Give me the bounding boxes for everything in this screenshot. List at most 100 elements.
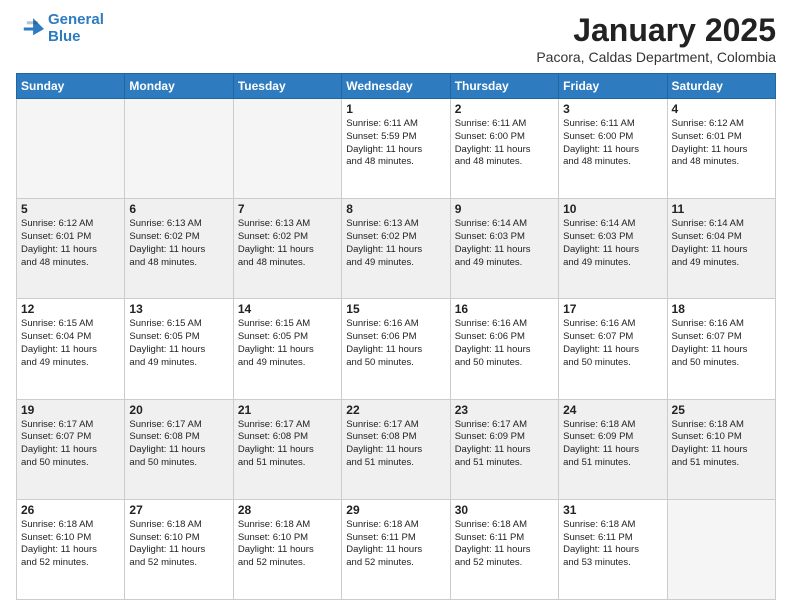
calendar-cell: 25Sunrise: 6:18 AM Sunset: 6:10 PM Dayli… <box>667 399 775 499</box>
page: General Blue January 2025 Pacora, Caldas… <box>0 0 792 612</box>
week-row-5: 26 Sunrise: 6:18 AM Sunset: 6:10 PM Dayli… <box>17 499 776 599</box>
calendar-cell: 1 Sunrise: 6:11 AM Sunset: 5:59 PM Daylig… <box>342 99 450 199</box>
day-number: 18 <box>672 302 771 316</box>
calendar-cell <box>125 99 233 199</box>
day-number: 21 <box>238 403 337 417</box>
cell-info: Sunrise: 6:18 AM Sunset: 6:10 PM Dayligh… <box>238 519 337 570</box>
cell-info: Sunrise: 6:17 AM Sunset: 6:09 PM Dayligh… <box>455 419 554 470</box>
calendar-cell: 21 Sunrise: 6:17 AM Sunset: 6:08 PM Dayli… <box>233 399 341 499</box>
cell-info: Sunrise: 6:11 AM Sunset: 6:00 PM Dayligh… <box>455 118 554 169</box>
calendar-cell <box>667 499 775 599</box>
cell-info: Sunrise: 6:13 AM Sunset: 6:02 PM Dayligh… <box>238 218 337 269</box>
calendar-cell: 8 Sunrise: 6:13 AM Sunset: 6:02 PM Daylig… <box>342 199 450 299</box>
day-header-friday: Friday <box>559 74 667 99</box>
day-number: 29 <box>346 503 445 517</box>
calendar-cell <box>233 99 341 199</box>
calendar-cell: 30 Sunrise: 6:18 AM Sunset: 6:11 PM Dayli… <box>450 499 558 599</box>
day-number: 19 <box>21 403 120 417</box>
calendar-cell: 4 Sunrise: 6:12 AM Sunset: 6:01 PM Daylig… <box>667 99 775 199</box>
day-number: 6 <box>129 202 228 216</box>
logo-icon <box>16 15 44 43</box>
day-header-tuesday: Tuesday <box>233 74 341 99</box>
day-number: 15 <box>346 302 445 316</box>
calendar-cell: 2 Sunrise: 6:11 AM Sunset: 6:00 PM Daylig… <box>450 99 558 199</box>
day-number: 20 <box>129 403 228 417</box>
cell-info: Sunrise: 6:13 AM Sunset: 6:02 PM Dayligh… <box>346 218 445 269</box>
cell-info: Sunrise: 6:18 AM Sunset: 6:10 PM Dayligh… <box>21 519 120 570</box>
cell-info: Sunrise: 6:13 AM Sunset: 6:02 PM Dayligh… <box>129 218 228 269</box>
calendar-cell: 12 Sunrise: 6:15 AM Sunset: 6:04 PM Dayli… <box>17 299 125 399</box>
day-number: 14 <box>238 302 337 316</box>
calendar-cell: 29Sunrise: 6:18 AM Sunset: 6:11 PM Dayli… <box>342 499 450 599</box>
cell-info: Sunrise: 6:16 AM Sunset: 6:06 PM Dayligh… <box>455 318 554 369</box>
day-number: 5 <box>21 202 120 216</box>
day-header-sunday: Sunday <box>17 74 125 99</box>
calendar-cell: 19 Sunrise: 6:17 AM Sunset: 6:07 PM Dayli… <box>17 399 125 499</box>
cell-info: Sunrise: 6:15 AM Sunset: 6:04 PM Dayligh… <box>21 318 120 369</box>
cell-info: Sunrise: 6:16 AM Sunset: 6:07 PM Dayligh… <box>672 318 771 369</box>
cell-info: Sunrise: 6:14 AM Sunset: 6:03 PM Dayligh… <box>455 218 554 269</box>
day-number: 2 <box>455 102 554 116</box>
cell-info: Sunrise: 6:15 AM Sunset: 6:05 PM Dayligh… <box>129 318 228 369</box>
calendar-cell: 28 Sunrise: 6:18 AM Sunset: 6:10 PM Dayli… <box>233 499 341 599</box>
day-number: 22 <box>346 403 445 417</box>
cell-info: Sunrise: 6:12 AM Sunset: 6:01 PM Dayligh… <box>672 118 771 169</box>
calendar-cell: 27Sunrise: 6:18 AM Sunset: 6:10 PM Dayli… <box>125 499 233 599</box>
cell-info: Sunrise: 6:17 AM Sunset: 6:08 PM Dayligh… <box>238 419 337 470</box>
header: General Blue January 2025 Pacora, Caldas… <box>16 12 776 65</box>
day-header-monday: Monday <box>125 74 233 99</box>
cell-info: Sunrise: 6:16 AM Sunset: 6:07 PM Dayligh… <box>563 318 662 369</box>
cell-info: Sunrise: 6:11 AM Sunset: 5:59 PM Dayligh… <box>346 118 445 169</box>
cell-info: Sunrise: 6:18 AM Sunset: 6:09 PM Dayligh… <box>563 419 662 470</box>
week-row-4: 19 Sunrise: 6:17 AM Sunset: 6:07 PM Dayli… <box>17 399 776 499</box>
calendar-cell: 6 Sunrise: 6:13 AM Sunset: 6:02 PM Daylig… <box>125 199 233 299</box>
day-header-saturday: Saturday <box>667 74 775 99</box>
day-number: 13 <box>129 302 228 316</box>
calendar-cell: 5Sunrise: 6:12 AM Sunset: 6:01 PM Daylig… <box>17 199 125 299</box>
cell-info: Sunrise: 6:14 AM Sunset: 6:04 PM Dayligh… <box>672 218 771 269</box>
month-title: January 2025 <box>536 12 776 49</box>
day-number: 30 <box>455 503 554 517</box>
calendar-cell: 17 Sunrise: 6:16 AM Sunset: 6:07 PM Dayli… <box>559 299 667 399</box>
calendar-cell: 7 Sunrise: 6:13 AM Sunset: 6:02 PM Daylig… <box>233 199 341 299</box>
cell-info: Sunrise: 6:18 AM Sunset: 6:11 PM Dayligh… <box>455 519 554 570</box>
cell-info: Sunrise: 6:11 AM Sunset: 6:00 PM Dayligh… <box>563 118 662 169</box>
day-number: 27 <box>129 503 228 517</box>
calendar-cell: 20Sunrise: 6:17 AM Sunset: 6:08 PM Dayli… <box>125 399 233 499</box>
day-number: 28 <box>238 503 337 517</box>
day-number: 7 <box>238 202 337 216</box>
title-area: January 2025 Pacora, Caldas Department, … <box>536 12 776 65</box>
header-row: SundayMondayTuesdayWednesdayThursdayFrid… <box>17 74 776 99</box>
calendar-cell: 10Sunrise: 6:14 AM Sunset: 6:03 PM Dayli… <box>559 199 667 299</box>
calendar-cell: 11Sunrise: 6:14 AM Sunset: 6:04 PM Dayli… <box>667 199 775 299</box>
calendar-cell: 22 Sunrise: 6:17 AM Sunset: 6:08 PM Dayli… <box>342 399 450 499</box>
day-number: 12 <box>21 302 120 316</box>
calendar-cell: 15Sunrise: 6:16 AM Sunset: 6:06 PM Dayli… <box>342 299 450 399</box>
calendar-cell: 23Sunrise: 6:17 AM Sunset: 6:09 PM Dayli… <box>450 399 558 499</box>
day-number: 10 <box>563 202 662 216</box>
week-row-2: 5Sunrise: 6:12 AM Sunset: 6:01 PM Daylig… <box>17 199 776 299</box>
calendar-cell: 24 Sunrise: 6:18 AM Sunset: 6:09 PM Dayli… <box>559 399 667 499</box>
day-number: 8 <box>346 202 445 216</box>
day-number: 1 <box>346 102 445 116</box>
calendar-cell: 26 Sunrise: 6:18 AM Sunset: 6:10 PM Dayli… <box>17 499 125 599</box>
logo: General Blue <box>16 12 104 45</box>
calendar-table: SundayMondayTuesdayWednesdayThursdayFrid… <box>16 73 776 600</box>
day-number: 31 <box>563 503 662 517</box>
cell-info: Sunrise: 6:17 AM Sunset: 6:07 PM Dayligh… <box>21 419 120 470</box>
day-number: 26 <box>21 503 120 517</box>
cell-info: Sunrise: 6:15 AM Sunset: 6:05 PM Dayligh… <box>238 318 337 369</box>
day-number: 3 <box>563 102 662 116</box>
calendar-cell: 3 Sunrise: 6:11 AM Sunset: 6:00 PM Daylig… <box>559 99 667 199</box>
day-number: 17 <box>563 302 662 316</box>
day-number: 24 <box>563 403 662 417</box>
cell-info: Sunrise: 6:18 AM Sunset: 6:11 PM Dayligh… <box>563 519 662 570</box>
cell-info: Sunrise: 6:17 AM Sunset: 6:08 PM Dayligh… <box>346 419 445 470</box>
day-number: 4 <box>672 102 771 116</box>
subtitle: Pacora, Caldas Department, Colombia <box>536 49 776 65</box>
calendar-cell: 18 Sunrise: 6:16 AM Sunset: 6:07 PM Dayli… <box>667 299 775 399</box>
cell-info: Sunrise: 6:18 AM Sunset: 6:10 PM Dayligh… <box>672 419 771 470</box>
logo-text: General Blue <box>48 12 104 45</box>
calendar-cell: 14 Sunrise: 6:15 AM Sunset: 6:05 PM Dayli… <box>233 299 341 399</box>
week-row-3: 12 Sunrise: 6:15 AM Sunset: 6:04 PM Dayli… <box>17 299 776 399</box>
